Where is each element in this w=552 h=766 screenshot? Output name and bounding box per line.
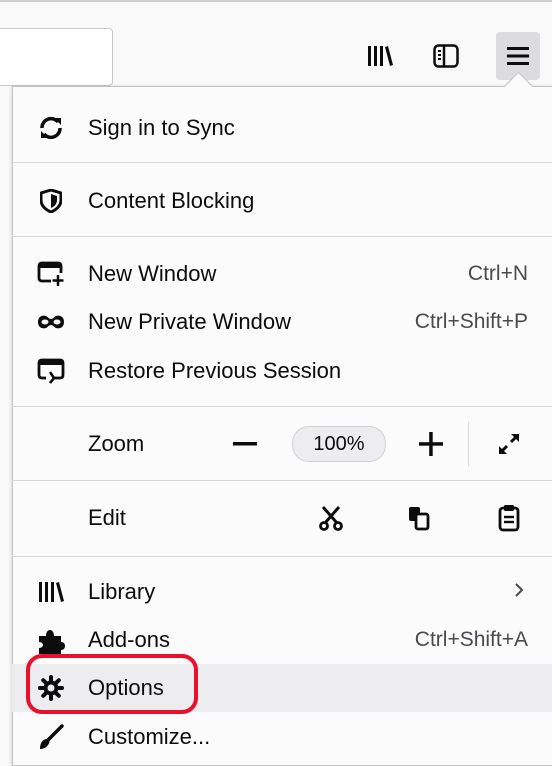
highlight-annotation bbox=[26, 654, 198, 714]
library-button[interactable] bbox=[358, 32, 402, 80]
library-icon bbox=[368, 46, 393, 66]
menu-item-label: New Window bbox=[88, 261, 217, 286]
fullscreen-icon bbox=[499, 434, 519, 454]
separator bbox=[12, 236, 552, 237]
new-window-icon bbox=[36, 259, 66, 289]
separator bbox=[12, 162, 552, 163]
zoom-label: Zoom bbox=[88, 431, 145, 456]
chevron-right-icon bbox=[514, 580, 524, 604]
menu-item-sign-in-sync[interactable]: Sign in to Sync bbox=[12, 100, 552, 156]
browser-toolbar bbox=[0, 0, 552, 98]
scissors-icon bbox=[319, 506, 343, 531]
puzzle-icon bbox=[36, 625, 66, 655]
menu-item-customize[interactable]: Customize... bbox=[12, 712, 552, 762]
zoom-reset-button[interactable]: 100% bbox=[292, 426, 386, 462]
shield-icon bbox=[36, 186, 66, 216]
separator bbox=[12, 406, 552, 407]
shortcut-label: Ctrl+Shift+A bbox=[414, 628, 528, 651]
private-mask-icon bbox=[36, 307, 66, 337]
hamburger-menu-icon bbox=[507, 47, 529, 65]
menu-item-label: Content Blocking bbox=[88, 188, 255, 213]
sync-icon bbox=[36, 113, 66, 143]
shortcut-label: Ctrl+Shift+P bbox=[414, 310, 528, 333]
url-bar[interactable] bbox=[0, 28, 113, 86]
zoom-controls: Zoom 100% bbox=[12, 416, 552, 472]
edit-controls: Edit bbox=[12, 490, 552, 546]
edit-label: Edit bbox=[88, 505, 126, 530]
menu-item-label: Restore Previous Session bbox=[88, 358, 342, 383]
cut-button[interactable] bbox=[316, 503, 346, 533]
fullscreen-button[interactable] bbox=[494, 429, 524, 459]
menu-item-label: Sign in to Sync bbox=[88, 115, 235, 140]
copy-button[interactable] bbox=[404, 503, 434, 533]
menu-item-new-private-window[interactable]: New Private Window Ctrl+Shift+P bbox=[12, 298, 552, 346]
menu-item-new-window[interactable]: New Window Ctrl+N bbox=[12, 250, 552, 298]
minus-icon bbox=[233, 442, 257, 446]
clipboard-icon bbox=[498, 505, 520, 532]
menu-item-content-blocking[interactable]: Content Blocking bbox=[12, 174, 552, 228]
sidebar-button[interactable] bbox=[424, 32, 468, 80]
menu-item-label: Customize... bbox=[88, 724, 211, 749]
zoom-in-button[interactable] bbox=[416, 429, 446, 459]
copy-icon bbox=[409, 507, 430, 531]
library-icon bbox=[36, 577, 66, 607]
menu-item-label: New Private Window bbox=[88, 309, 291, 334]
separator bbox=[12, 480, 552, 481]
restore-session-icon bbox=[36, 356, 66, 386]
zoom-out-button[interactable] bbox=[230, 429, 260, 459]
menu-item-label: Add-ons bbox=[88, 627, 170, 652]
menu-item-library[interactable]: Library bbox=[12, 568, 552, 616]
paste-button[interactable] bbox=[494, 503, 524, 533]
menu-item-label: Library bbox=[88, 579, 156, 604]
plus-icon bbox=[419, 432, 443, 456]
shortcut-label: Ctrl+N bbox=[467, 262, 528, 285]
paintbrush-icon bbox=[36, 722, 66, 752]
separator bbox=[12, 556, 552, 557]
menu-item-restore-previous-session[interactable]: Restore Previous Session bbox=[12, 346, 552, 396]
zoom-divider bbox=[468, 422, 469, 466]
sidebar-icon bbox=[433, 44, 459, 68]
